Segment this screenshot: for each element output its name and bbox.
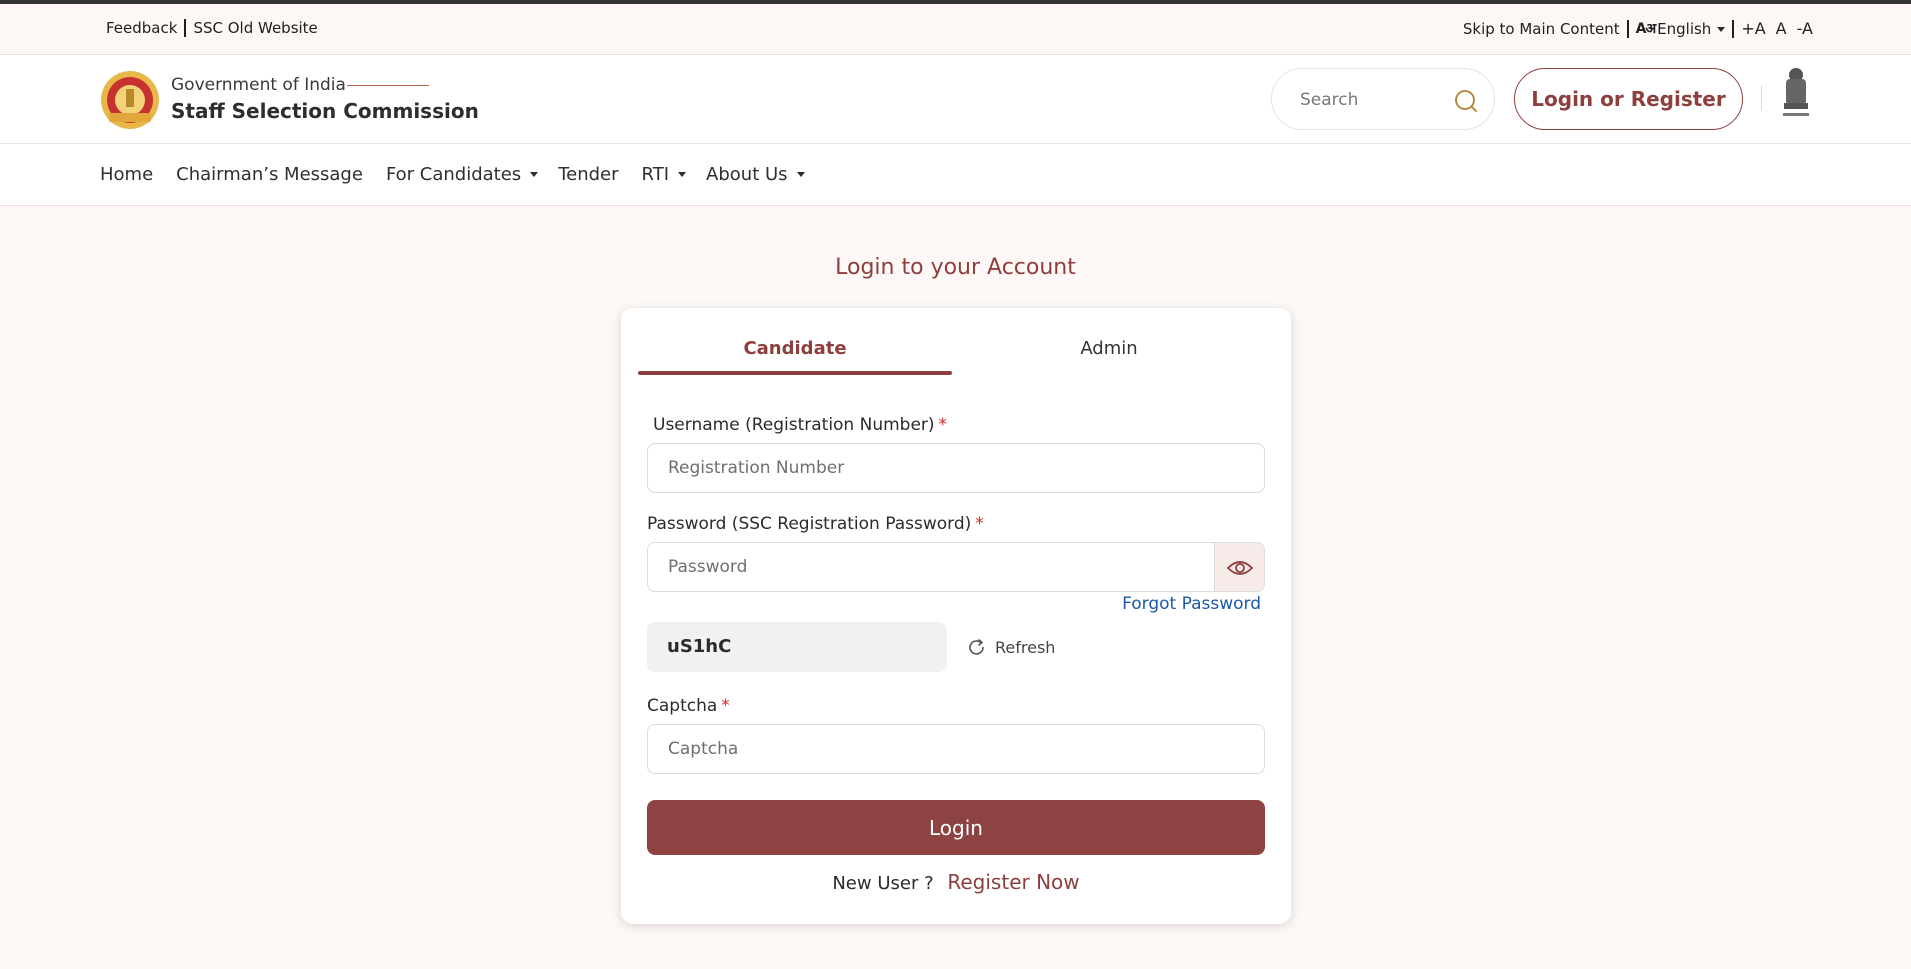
required-mark: * bbox=[721, 696, 730, 716]
nav-chairmans-message[interactable]: Chairman’s Message bbox=[176, 164, 363, 185]
nav-home[interactable]: Home bbox=[100, 164, 153, 185]
captcha-label: Captcha * bbox=[647, 696, 730, 716]
refresh-label: Refresh bbox=[995, 638, 1056, 657]
username-label-text: Username (Registration Number) bbox=[653, 415, 935, 435]
captcha-image: uS1hC bbox=[647, 622, 947, 672]
username-label: Username (Registration Number) * bbox=[653, 415, 947, 435]
chevron-down-icon bbox=[796, 172, 805, 177]
chevron-down-icon bbox=[678, 172, 687, 177]
divider bbox=[1732, 19, 1735, 38]
ssc-logo[interactable] bbox=[99, 69, 161, 131]
language-dropdown[interactable]: English bbox=[1657, 19, 1726, 38]
divider bbox=[1626, 19, 1629, 38]
search-input[interactable] bbox=[1300, 87, 1450, 113]
forgot-password-link[interactable]: Forgot Password bbox=[1121, 594, 1261, 614]
register-now-link[interactable]: Register Now bbox=[947, 870, 1079, 894]
refresh-icon bbox=[969, 639, 984, 655]
org-name: Staff Selection Commission bbox=[171, 99, 479, 123]
font-increase-button[interactable]: +A bbox=[1741, 19, 1765, 38]
password-label-text: Password (SSC Registration Password) bbox=[647, 514, 972, 534]
search-icon[interactable] bbox=[1453, 88, 1479, 114]
active-tab-indicator bbox=[638, 371, 952, 375]
login-button[interactable]: Login bbox=[647, 800, 1265, 855]
nav-label: About Us bbox=[706, 164, 788, 185]
chevron-down-icon bbox=[1717, 26, 1726, 32]
nav-label: RTI bbox=[641, 164, 670, 185]
required-mark: * bbox=[938, 415, 948, 435]
refresh-captcha-button[interactable]: Refresh bbox=[966, 637, 1055, 658]
username-input[interactable] bbox=[647, 443, 1265, 493]
divider bbox=[1761, 85, 1762, 111]
language-icon: Aअ bbox=[1635, 21, 1657, 37]
feedback-link[interactable]: Feedback bbox=[106, 19, 177, 37]
main-nav: Home Chairman’s Message For Candidates T… bbox=[0, 144, 1911, 206]
captcha-input[interactable] bbox=[647, 724, 1265, 774]
nav-for-candidates[interactable]: For Candidates bbox=[385, 164, 539, 185]
new-user-label: New User ? bbox=[832, 873, 934, 894]
national-emblem bbox=[1783, 68, 1809, 116]
nav-tender[interactable]: Tender bbox=[558, 164, 618, 185]
old-website-link[interactable]: SSC Old Website bbox=[193, 19, 317, 37]
password-input[interactable] bbox=[647, 542, 1215, 592]
nav-label: For Candidates bbox=[385, 164, 522, 185]
login-register-button[interactable]: Login or Register bbox=[1514, 68, 1743, 130]
utility-bar: Feedback SSC Old Website Skip to Main Co… bbox=[0, 4, 1911, 55]
password-label: Password (SSC Registration Password) * bbox=[647, 514, 984, 534]
tab-admin[interactable]: Admin bbox=[952, 338, 1266, 359]
divider bbox=[184, 19, 187, 37]
nav-about-us[interactable]: About Us bbox=[706, 164, 805, 185]
page-title: Login to your Account bbox=[835, 255, 1076, 280]
login-card: Candidate Admin Username (Registration N… bbox=[621, 308, 1291, 924]
chevron-down-icon bbox=[530, 172, 539, 177]
tab-candidate[interactable]: Candidate bbox=[638, 338, 952, 359]
font-normal-button[interactable]: A bbox=[1776, 19, 1787, 38]
skip-to-main-link[interactable]: Skip to Main Content bbox=[1463, 20, 1620, 38]
font-decrease-button[interactable]: -A bbox=[1797, 19, 1813, 38]
site-header: Government of India Staff Selection Comm… bbox=[0, 55, 1911, 144]
new-user-row: New User ? Register Now bbox=[621, 870, 1291, 894]
required-mark: * bbox=[975, 514, 984, 534]
language-label: English bbox=[1657, 19, 1712, 38]
gov-of-india-label: Government of India bbox=[171, 75, 346, 95]
nav-rti[interactable]: RTI bbox=[642, 164, 687, 185]
eye-icon bbox=[1226, 561, 1254, 575]
search-box bbox=[1271, 68, 1495, 130]
decorative-line bbox=[347, 85, 429, 86]
captcha-label-text: Captcha bbox=[647, 696, 718, 716]
toggle-password-button[interactable] bbox=[1215, 542, 1265, 592]
